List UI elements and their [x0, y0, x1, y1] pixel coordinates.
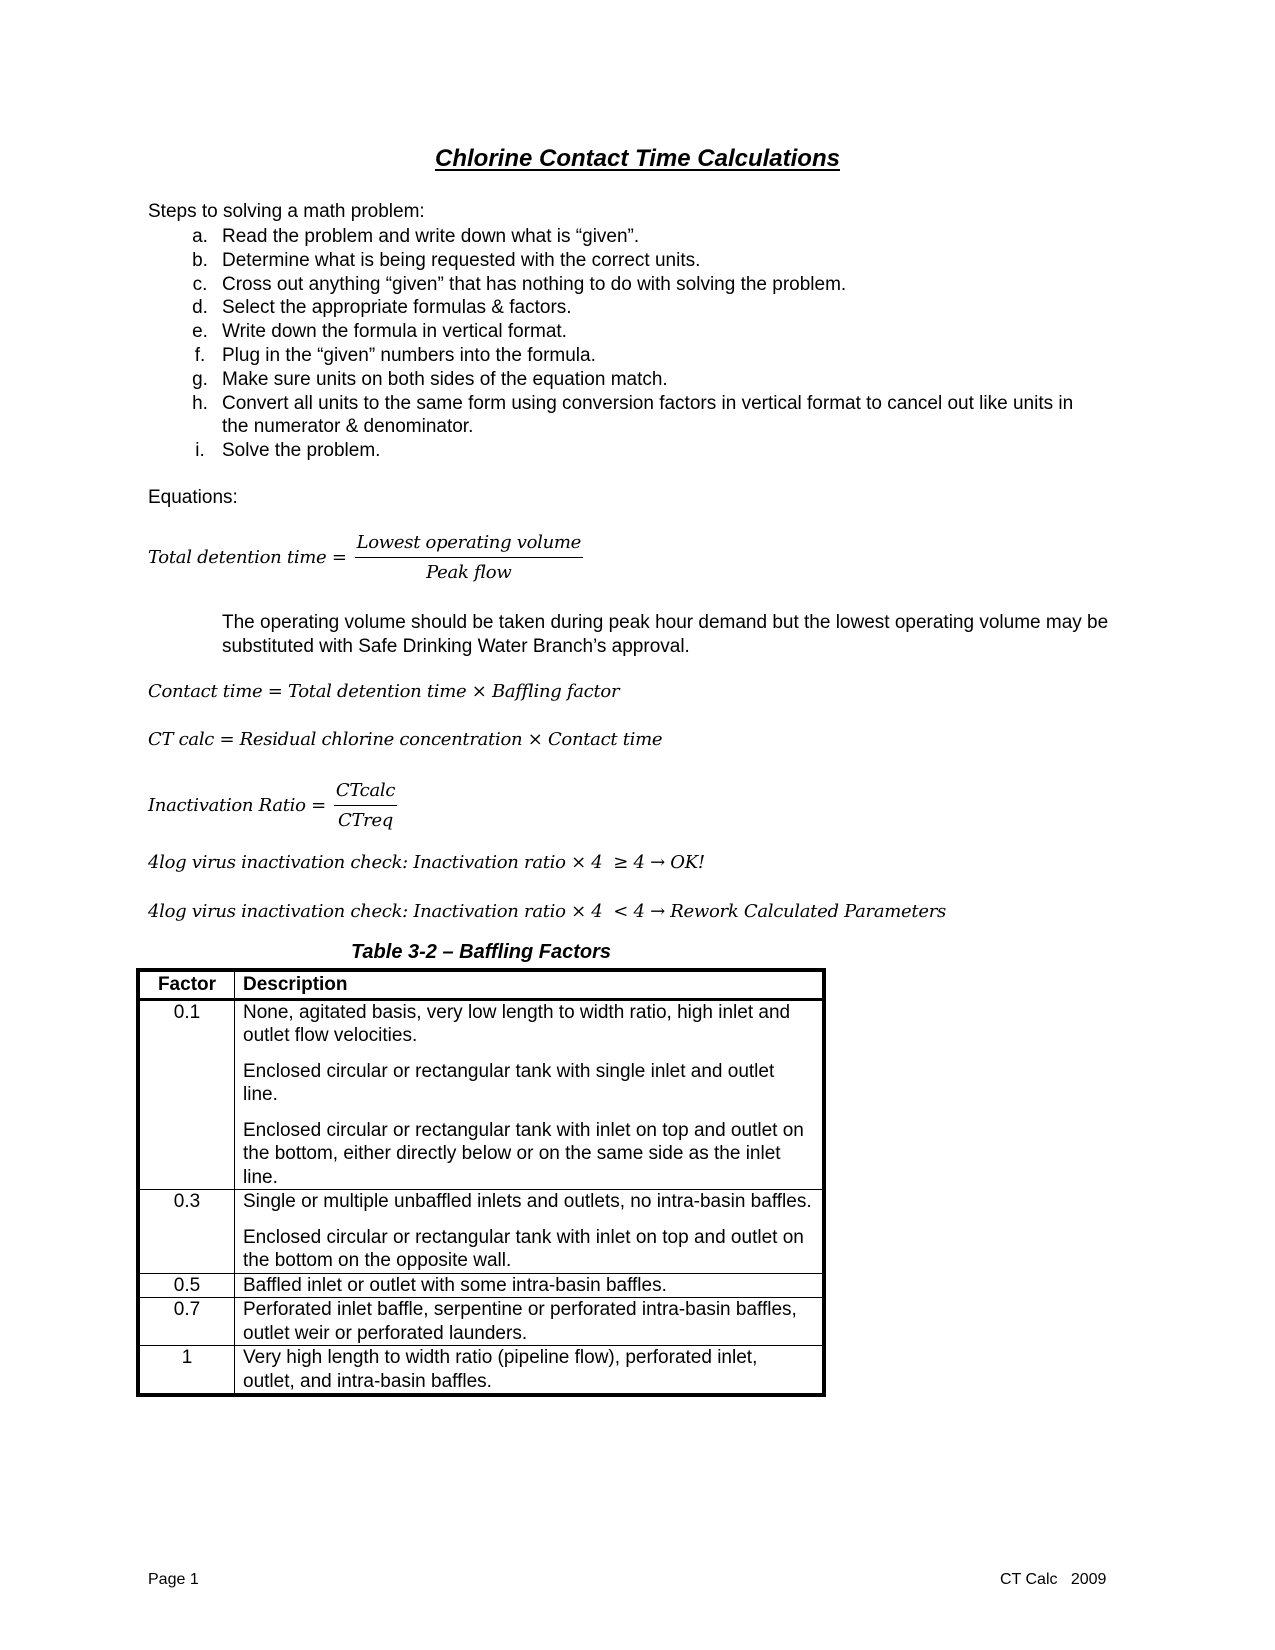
equation-lhs: Inactivation Ratio =	[148, 795, 326, 816]
factor-cell: 0.3	[137, 1189, 235, 1274]
footer-page-number: Page 1	[148, 1571, 199, 1588]
step-label: b.	[192, 249, 208, 271]
description-text: None, agitated basis, very low length to…	[243, 1001, 791, 1047]
description-text: Baffled inlet or outlet with some intra-…	[243, 1274, 667, 1296]
step-text: Write down the formula in vertical forma…	[222, 321, 567, 343]
step-item: g. Make sure units on both sides of the e…	[178, 368, 1078, 392]
table-row: 0.1 None, agitated basis, very low lengt…	[137, 998, 825, 1190]
step-text: Plug in the “given” numbers into the for…	[222, 344, 596, 366]
table-row: 0.5 Baffled inlet or outlet with some in…	[137, 1272, 825, 1298]
description-text: Enclosed circular or rectangular tank wi…	[243, 1226, 804, 1272]
fraction: CTcalc CTreq	[333, 780, 398, 831]
step-text: Cross out anything “given” that has noth…	[222, 273, 847, 295]
fraction-numerator: Lowest operating volume	[354, 532, 584, 558]
step-item: a. Read the problem and write down what i…	[178, 225, 1078, 249]
column-header-factor: Factor	[137, 969, 235, 1001]
description-text: Single or multiple unbaffled inlets and …	[243, 1191, 812, 1212]
footer-document-label: CT Calc 2009	[1000, 1571, 1107, 1588]
step-label: a.	[192, 226, 208, 247]
step-item: h. Convert all units to the same form usi…	[178, 392, 1078, 440]
equations-heading: Equations:	[148, 487, 238, 508]
description-cell: Perforated inlet baffle, serpentine or p…	[234, 1297, 825, 1346]
equation-ct-calc: CT calc = Residual chlorine concentratio…	[148, 729, 663, 750]
equation-detention-time: Total detention time = Lowest operating …	[148, 532, 584, 583]
step-text: Read the problem and write down what is …	[222, 226, 640, 247]
step-item: e. Write down the formula in vertical for…	[178, 320, 1078, 344]
step-item: d. Select the appropriate formulas & fact…	[178, 296, 1078, 320]
step-label: i.	[195, 440, 205, 462]
factor-cell: 0.5	[137, 1272, 235, 1298]
step-text: Determine what is being requested with t…	[222, 249, 701, 271]
step-label: h.	[192, 392, 208, 414]
description-text: Enclosed circular or rectangular tank wi…	[243, 1060, 775, 1106]
description-text: Very high length to width ratio (pipelin…	[243, 1347, 758, 1392]
step-label: g.	[192, 368, 208, 390]
fraction-numerator: CTcalc	[333, 780, 398, 806]
step-item: f. Plug in the “given” numbers into the f…	[178, 344, 1078, 368]
table-row: 1 Very high length to width ratio (pipel…	[137, 1345, 825, 1396]
baffling-factors-table: Factor Description 0.1 None, agitated ba…	[136, 968, 826, 1397]
factor-cell: 0.1	[137, 998, 235, 1190]
factor-cell: 1	[137, 1345, 235, 1396]
equation-inactivation-ratio: Inactivation Ratio = CTcalc CTreq	[148, 780, 398, 831]
description-cell: Baffled inlet or outlet with some intra-…	[234, 1272, 825, 1298]
steps-heading: Steps to solving a math problem:	[148, 201, 425, 222]
table-row: 0.7 Perforated inlet baffle, serpentine …	[137, 1297, 825, 1346]
fraction-denominator: Peak flow	[426, 562, 512, 583]
step-text: Solve the problem.	[222, 440, 381, 462]
column-header-description: Description	[234, 969, 825, 1001]
fraction-denominator: CTreq	[337, 810, 394, 831]
step-label: e.	[192, 321, 208, 343]
operating-volume-note: The operating volume should be taken dur…	[222, 612, 1109, 657]
equation-contact-time: Contact time = Total detention time × Ba…	[148, 681, 620, 702]
equation-lhs: Total detention time =	[148, 547, 347, 568]
description-cell: Very high length to width ratio (pipelin…	[234, 1345, 825, 1396]
step-label: f.	[194, 344, 206, 366]
table-row: 0.3 Single or multiple unbaffled inlets …	[137, 1189, 825, 1274]
fraction: Lowest operating volume Peak flow	[354, 532, 584, 583]
equation-check-rework: 4log virus inactivation check: Inactivat…	[148, 901, 946, 922]
table-header-row: Factor Description	[137, 969, 825, 1001]
step-item: i. Solve the problem.	[178, 439, 1078, 463]
description-text: Enclosed circular or rectangular tank wi…	[243, 1119, 804, 1188]
step-text: Make sure units on both sides of the equ…	[222, 368, 668, 390]
step-label: c.	[192, 273, 208, 295]
step-text: Select the appropriate formulas & factor…	[222, 297, 572, 319]
table-caption: Table 3-2 – Baffling Factors	[350, 941, 612, 963]
page-title: Chlorine Contact Time Calculations	[435, 145, 840, 172]
step-item: c. Cross out anything “given” that has no…	[178, 273, 1078, 297]
description-text: Perforated inlet baffle, serpentine or p…	[243, 1299, 797, 1344]
step-label: d.	[192, 297, 208, 319]
equation-check-ok: 4log virus inactivation check: Inactivat…	[148, 852, 705, 873]
steps-list: a. Read the problem and write down what i…	[178, 225, 1078, 463]
step-item: b. Determine what is being requested with…	[178, 249, 1078, 273]
description-cell: Single or multiple unbaffled inlets and …	[234, 1189, 825, 1274]
factor-cell: 0.7	[137, 1297, 235, 1346]
description-cell: None, agitated basis, very low length to…	[234, 998, 825, 1190]
step-text: Convert all units to the same form using…	[222, 392, 1074, 438]
